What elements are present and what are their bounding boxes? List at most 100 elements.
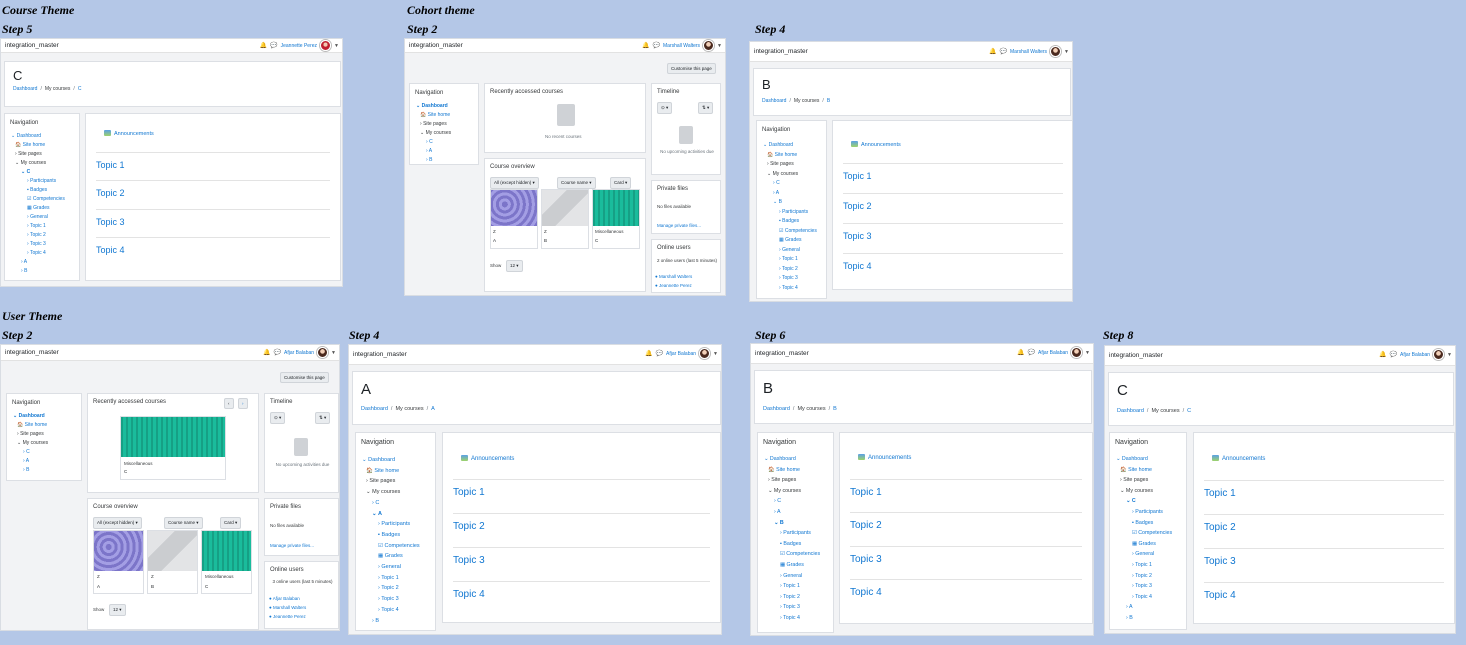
chevron-down-icon[interactable]: ▼: [713, 351, 718, 357]
card-title[interactable]: A: [97, 584, 100, 589]
bell-icon[interactable]: 🔔: [260, 43, 267, 49]
card-title[interactable]: B: [544, 238, 547, 243]
course-card-a[interactable]: ZA: [93, 530, 144, 594]
topic-3[interactable]: Topic 3: [96, 209, 330, 227]
message-icon[interactable]: 💬: [274, 350, 281, 356]
timeline-filter[interactable]: ⊙ ▾: [270, 412, 286, 424]
nav-topic2[interactable]: › Topic 2: [11, 231, 65, 240]
nav-topic1[interactable]: › Topic 1: [11, 222, 65, 231]
nav-topic4[interactable]: › Topic 4: [11, 249, 65, 258]
nav-topic3[interactable]: › Topic 3: [763, 274, 817, 284]
nav-mycourses[interactable]: ⌄ My courses: [362, 487, 420, 498]
timeline-filter[interactable]: ⊙ ▾: [657, 102, 673, 114]
course-card-c[interactable]: Miscellaneous C: [592, 189, 640, 249]
breadcrumb-dashboard[interactable]: Dashboard: [13, 86, 37, 92]
timeline-sort[interactable]: ⇅ ▾: [698, 102, 714, 114]
announcements-link[interactable]: Announcements: [461, 455, 514, 462]
breadcrumb-dashboard[interactable]: Dashboard: [1117, 408, 1144, 414]
customise-button[interactable]: Customise this page: [667, 63, 716, 74]
nav-dashboard[interactable]: ⌄ Dashboard: [13, 412, 48, 421]
message-icon[interactable]: 💬: [270, 43, 277, 49]
nav-course-a[interactable]: › A: [416, 147, 451, 156]
topic-3[interactable]: Topic 3: [850, 546, 1082, 565]
manage-files-link[interactable]: Manage private files...: [657, 223, 701, 228]
chevron-down-icon[interactable]: ▼: [334, 43, 339, 49]
announcements-link[interactable]: Announcements: [851, 141, 901, 148]
nav-course-a[interactable]: › A: [763, 189, 817, 199]
nav-competencies[interactable]: ☑ Competencies: [763, 227, 817, 237]
nav-dashboard[interactable]: ⌄ Dashboard: [362, 455, 420, 466]
nav-course-b[interactable]: ⌄ B: [764, 518, 820, 529]
topic-4[interactable]: Topic 4: [850, 579, 1082, 598]
nav-course-a[interactable]: › A: [13, 457, 48, 466]
avatar[interactable]: [703, 40, 715, 51]
nav-topic2[interactable]: › Topic 2: [1116, 571, 1172, 582]
avatar[interactable]: [1433, 349, 1445, 360]
nav-badges[interactable]: ▪ Badges: [362, 530, 420, 541]
breadcrumb-course[interactable]: C: [78, 86, 82, 92]
message-icon[interactable]: 💬: [1390, 352, 1397, 358]
prev-button[interactable]: ‹: [224, 398, 234, 409]
nav-sitehome[interactable]: 🏠 Site home: [13, 421, 48, 430]
breadcrumb-course[interactable]: B: [833, 406, 837, 412]
nav-competencies[interactable]: ☑ Competencies: [764, 549, 820, 560]
show-count-dropdown[interactable]: 12 ▾: [506, 260, 523, 272]
message-icon[interactable]: 💬: [653, 43, 660, 49]
card-title[interactable]: B: [151, 584, 154, 589]
topic-1[interactable]: Topic 1: [453, 479, 710, 498]
nav-sitepages[interactable]: › Site pages: [763, 160, 817, 170]
nav-badges[interactable]: ▪ Badges: [1116, 518, 1172, 529]
avatar[interactable]: [1050, 46, 1062, 57]
avatar[interactable]: [699, 348, 711, 359]
nav-participants[interactable]: › Participants: [763, 208, 817, 218]
nav-sitepages[interactable]: › Site pages: [1116, 475, 1172, 486]
topic-2[interactable]: Topic 2: [850, 512, 1082, 531]
nav-course-a[interactable]: ⌄ A: [362, 509, 420, 520]
nav-topic1[interactable]: › Topic 1: [362, 573, 420, 584]
nav-course-b[interactable]: › B: [13, 466, 48, 475]
next-button[interactable]: ›: [238, 398, 248, 409]
online-user[interactable]: ● Marshall Walters: [269, 605, 306, 610]
nav-competencies[interactable]: ☑ Competencies: [1116, 528, 1172, 539]
site-name[interactable]: integration_master: [754, 48, 808, 55]
topic-3[interactable]: Topic 3: [1204, 548, 1444, 567]
nav-topic2[interactable]: › Topic 2: [362, 583, 420, 594]
nav-mycourses[interactable]: ⌄ My courses: [13, 439, 48, 448]
chevron-down-icon[interactable]: ▼: [1085, 350, 1090, 356]
topic-2[interactable]: Topic 2: [843, 193, 1063, 211]
bell-icon[interactable]: 🔔: [989, 49, 996, 55]
filter-dropdown[interactable]: All (except hidden) ▾: [93, 517, 142, 529]
timeline-sort[interactable]: ⇅ ▾: [315, 412, 331, 424]
site-name[interactable]: integration_master: [1109, 352, 1163, 359]
nav-participants[interactable]: › Participants: [764, 528, 820, 539]
nav-course-b[interactable]: › B: [362, 616, 420, 627]
topic-2[interactable]: Topic 2: [453, 513, 710, 532]
announcements-link[interactable]: Announcements: [104, 130, 154, 137]
nav-topic3[interactable]: › Topic 3: [11, 240, 65, 249]
nav-topic4[interactable]: › Topic 4: [763, 284, 817, 294]
chevron-down-icon[interactable]: ▼: [717, 43, 722, 49]
nav-sitepages[interactable]: › Site pages: [13, 430, 48, 439]
nav-course-b[interactable]: › B: [11, 267, 65, 276]
user-name[interactable]: Jeannette Perez: [281, 43, 317, 49]
site-name[interactable]: integration_master: [755, 350, 809, 357]
user-name[interactable]: Afjar Balaban: [1038, 350, 1068, 356]
announcements-link[interactable]: Announcements: [858, 454, 911, 461]
topic-1[interactable]: Topic 1: [843, 163, 1063, 181]
online-user[interactable]: ● Jeannette Perez: [655, 283, 692, 288]
nav-mycourses[interactable]: ⌄ My courses: [11, 159, 65, 168]
filter-dropdown[interactable]: All (except hidden) ▾: [490, 177, 539, 189]
topic-2[interactable]: Topic 2: [96, 180, 330, 198]
chevron-down-icon[interactable]: ▼: [331, 350, 336, 356]
card-title[interactable]: C: [124, 469, 127, 474]
online-user[interactable]: ● Afjar Balaban: [269, 596, 300, 601]
nav-course-c[interactable]: ⌄ C: [11, 168, 65, 177]
nav-sitepages[interactable]: › Site pages: [764, 475, 820, 486]
chevron-down-icon[interactable]: ▼: [1064, 49, 1069, 55]
breadcrumb-course[interactable]: B: [827, 98, 830, 104]
nav-dashboard[interactable]: ⌄ Dashboard: [416, 102, 451, 111]
bell-icon[interactable]: 🔔: [642, 43, 649, 49]
nav-course-c[interactable]: › C: [763, 179, 817, 189]
user-name[interactable]: Afjar Balaban: [1400, 352, 1430, 358]
breadcrumb-dashboard[interactable]: Dashboard: [763, 406, 790, 412]
